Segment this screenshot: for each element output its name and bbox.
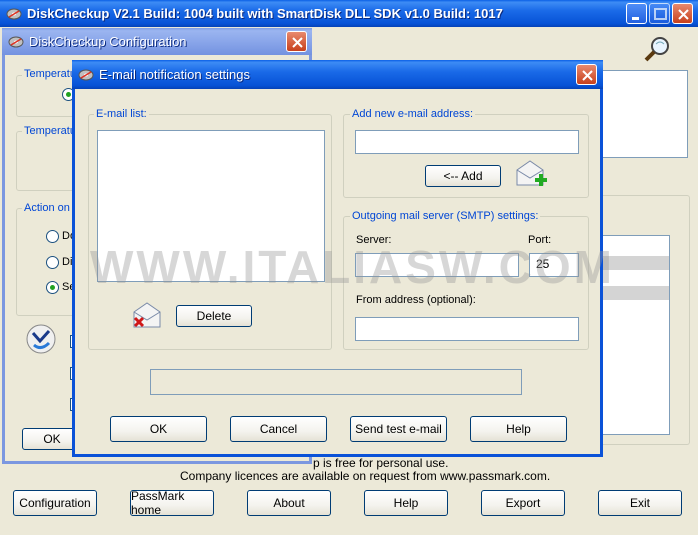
minimize-button[interactable] — [626, 3, 647, 24]
delete-button[interactable]: Delete — [176, 305, 252, 327]
passmark-home-button[interactable]: PassMark home — [130, 489, 214, 517]
email-help-button[interactable]: Help — [470, 416, 567, 442]
action-radio-3[interactable] — [46, 281, 59, 294]
email-cancel-button[interactable]: Cancel — [230, 416, 327, 442]
main-info-panel — [600, 70, 688, 158]
config-close-button[interactable] — [286, 31, 307, 52]
email-list-label: E-mail list: — [94, 108, 149, 120]
add-email-button[interactable]: <-- Add — [425, 165, 501, 187]
config-temp-group-2-label: Temperatu — [22, 125, 78, 137]
close-icon — [678, 9, 689, 20]
email-ok-button[interactable]: OK — [110, 416, 207, 442]
main-close-button[interactable] — [672, 3, 693, 24]
magnifier-icon[interactable] — [642, 35, 674, 63]
minimize-icon — [632, 17, 639, 20]
config-action-group-label: Action on — [22, 202, 72, 214]
email-close-button[interactable] — [576, 64, 597, 85]
about-button[interactable]: About — [247, 490, 331, 516]
from-address-label: From address (optional): — [356, 294, 476, 306]
licence-text-line2: Company licences are available on reques… — [180, 469, 551, 483]
email-status-box — [150, 369, 522, 395]
config-title-bar[interactable]: DiskCheckup Configuration — [2, 28, 312, 55]
main-window-title: DiskCheckup V2.1 Build: 1004 built with … — [27, 6, 503, 21]
email-dialog-title-bar[interactable]: E-mail notification settings — [72, 60, 603, 89]
app-disk-icon — [78, 69, 94, 80]
email-list-box[interactable] — [97, 130, 325, 282]
config-window-title: DiskCheckup Configuration — [29, 34, 187, 49]
refresh-icon — [26, 324, 56, 354]
main-title-bar[interactable]: DiskCheckup V2.1 Build: 1004 built with … — [0, 0, 698, 27]
delete-mail-icon[interactable] — [131, 300, 163, 332]
exit-button[interactable]: Exit — [598, 490, 682, 516]
from-address-input[interactable] — [355, 317, 579, 341]
action-radio-1[interactable] — [46, 230, 59, 243]
action-radio-2[interactable] — [46, 256, 59, 269]
server-label: Server: — [356, 234, 392, 246]
close-icon — [292, 37, 303, 48]
close-icon — [582, 70, 593, 81]
send-test-email-button[interactable]: Send test e-mail — [350, 416, 447, 442]
main-help-button[interactable]: Help — [364, 490, 448, 516]
main-list-frame — [598, 195, 690, 445]
port-input[interactable]: 25 — [529, 253, 579, 277]
maximize-icon — [654, 8, 667, 20]
config-temp-group-1-label: Temperatu — [22, 68, 78, 80]
configuration-button[interactable]: Configuration — [13, 490, 97, 516]
app-disk-icon — [8, 36, 24, 47]
add-address-label: Add new e-mail address: — [350, 108, 476, 120]
add-mail-icon[interactable] — [514, 158, 550, 190]
maximize-button[interactable] — [649, 3, 670, 24]
new-email-input[interactable] — [355, 130, 579, 154]
port-label: Port: — [528, 234, 552, 246]
smtp-group-label: Outgoing mail server (SMTP) settings: — [350, 210, 541, 222]
export-button[interactable]: Export — [481, 490, 565, 516]
app-disk-icon — [6, 8, 22, 19]
email-dialog-title: E-mail notification settings — [99, 67, 251, 82]
server-input[interactable] — [355, 253, 519, 277]
licence-text-line1: p is free for personal use. — [313, 456, 449, 470]
